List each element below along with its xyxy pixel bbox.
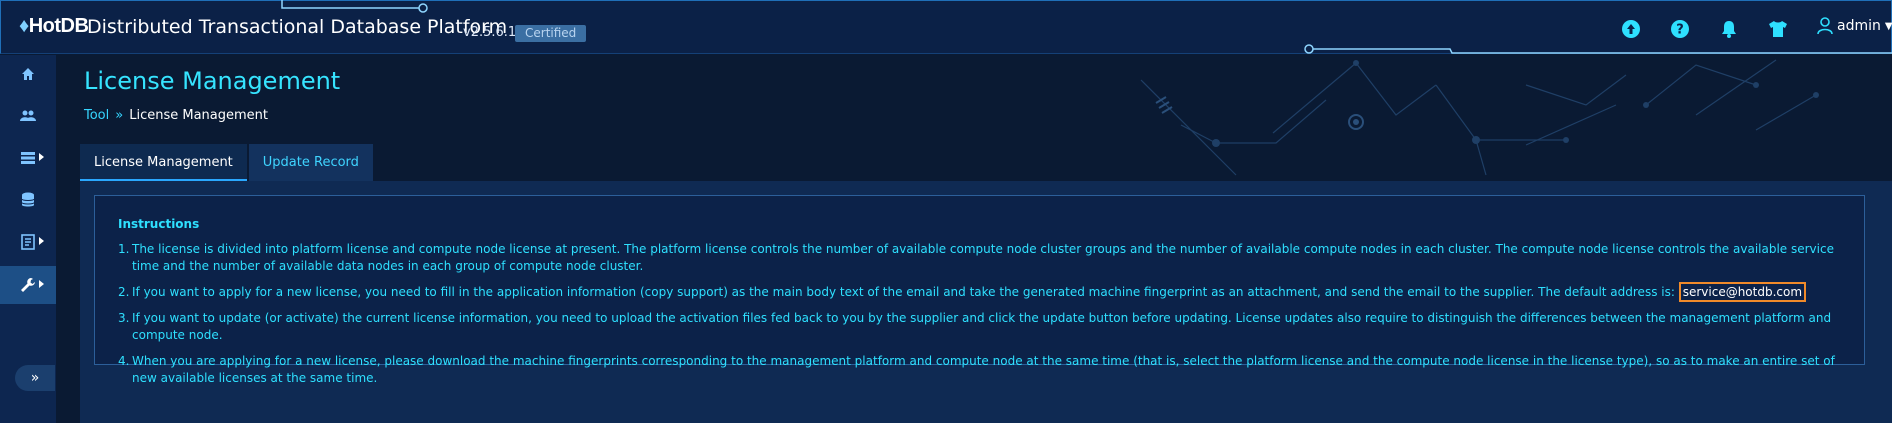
page-title: License Management [84,67,341,95]
list-item-number: 2. [118,285,130,299]
bell-icon[interactable] [1718,18,1740,40]
sidebar-item-servers[interactable] [0,139,56,177]
sidebar-item-documents[interactable] [0,223,56,261]
list-item: 2. If you want to apply for a new license… [118,282,1860,302]
breadcrumb-link-tool[interactable]: Tool [84,108,109,123]
breadcrumb-current: License Management [129,108,269,123]
tab-update-record[interactable]: Update Record [248,144,373,181]
list-item-number: 4. [118,354,130,368]
double-chevron-right-icon: » [115,108,124,123]
user-icon [1817,17,1833,35]
top-bar: ♦HotDB Distributed Transactional Databas… [0,0,1892,54]
submenu-arrow-icon [39,280,44,288]
tab-bar: License Management Update Record [80,144,373,181]
sidebar-item-users[interactable] [0,97,56,135]
sidebar-item-home[interactable] [0,55,56,93]
list-item-number: 3. [118,311,130,325]
database-icon [21,192,35,207]
wrench-icon [21,278,35,292]
list-item-text: If you want to update (or activate) the … [132,311,1832,342]
list-item-text: The license is divided into platform lic… [132,242,1834,273]
upload-icon[interactable] [1620,18,1642,40]
instructions-title: Instructions [118,217,200,231]
support-email[interactable]: service@hotdb.com [1678,282,1807,302]
list-item-text: When you are applying for a new license,… [132,354,1835,385]
user-menu[interactable]: admin ▼ [1817,17,1892,35]
list-item: 3. If you want to update (or activate) th… [118,310,1860,344]
list-item: 1. The license is divided into platform l… [118,241,1860,275]
logo-mark: ♦ [19,15,29,37]
app-root: ♦HotDB Distributed Transactional Databas… [0,0,1892,423]
breadcrumb: Tool » License Management [84,108,268,123]
list-item: 4. When you are applying for a new licens… [118,353,1860,387]
instructions-list: 1. The license is divided into platform l… [118,241,1860,396]
logo-text: HotDB [28,15,89,37]
sidebar-expand-button[interactable]: » [15,365,55,391]
server-list-icon [21,152,35,164]
version-label: v2.5.6.1 [463,25,517,40]
svg-text:?: ? [1676,23,1684,38]
sidebar-item-tools[interactable] [0,266,56,304]
sidebar: » [0,55,56,423]
tshirt-icon[interactable] [1767,18,1789,40]
certified-badge: Certified [515,25,587,42]
submenu-arrow-icon [39,153,44,161]
sidebar-item-database[interactable] [0,181,56,219]
submenu-arrow-icon [39,237,44,245]
list-item-text: If you want to apply for a new license, … [132,285,1675,299]
home-icon [22,68,34,80]
logo[interactable]: ♦HotDB [19,15,89,38]
app-title: Distributed Transactional Database Platf… [87,16,508,38]
tab-license-management[interactable]: License Management [80,144,247,181]
list-item-number: 1. [118,242,130,256]
help-icon[interactable]: ? [1669,18,1691,40]
chevron-down-icon: ▼ [1884,20,1892,32]
user-name: admin [1837,18,1881,34]
users-icon [20,110,36,121]
document-icon [21,234,35,250]
